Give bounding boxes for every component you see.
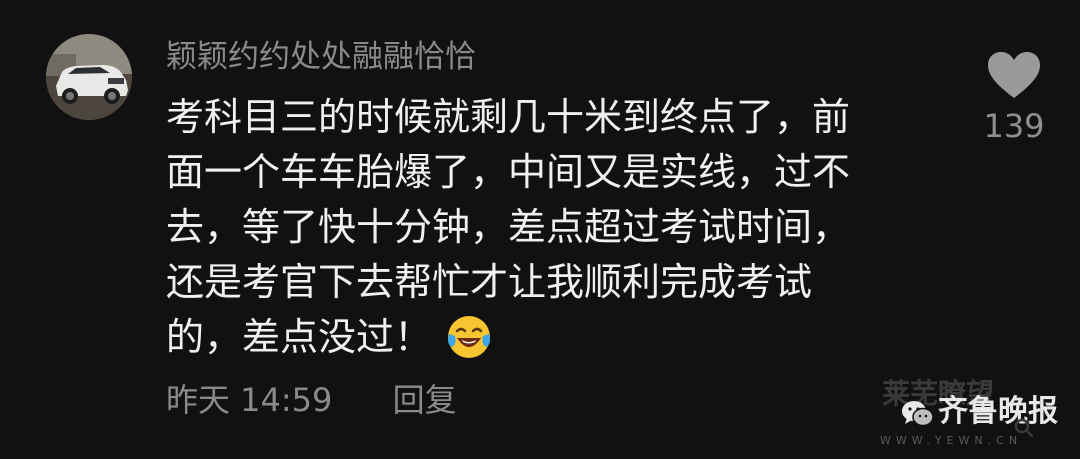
comment-timestamp: 昨天 14:59 <box>166 381 333 419</box>
watermark: 莱芜瞭望 齐鲁晚报 WWW.YEWN.CN <box>878 378 1078 456</box>
comment-meta: 昨天 14:59 回复 <box>166 378 457 422</box>
heart-icon[interactable] <box>986 50 1042 100</box>
comment-text-line: 去，等了快十分钟，差点超过考试时间， <box>166 205 851 249</box>
like-button[interactable]: 139 <box>972 50 1056 146</box>
comment-item: 颖颖约约处处融融恰恰 考科目三的时候就剩几十米到终点了，前 面一个车车胎爆了，中… <box>0 0 1080 459</box>
car-avatar-icon <box>46 34 132 120</box>
username[interactable]: 颖颖约约处处融融恰恰 <box>166 36 476 78</box>
laughing-crying-emoji-icon <box>448 316 491 358</box>
user-avatar[interactable] <box>46 34 132 120</box>
comment-text-line: 的，差点没过！ <box>166 315 433 359</box>
wechat-icon <box>902 401 934 427</box>
comment-text: 考科目三的时候就剩几十米到终点了，前 面一个车车胎爆了，中间又是实线，过不 去，… <box>166 90 926 365</box>
reply-button[interactable]: 回复 <box>393 378 457 422</box>
watermark-url: WWW.YEWN.CN <box>880 434 1023 447</box>
like-count: 139 <box>983 107 1045 145</box>
comment-text-last-line: 的，差点没过！ <box>166 310 926 365</box>
comment-text-line: 还是考官下去帮忙才让我顺利完成考试 <box>166 260 813 304</box>
watermark-brand: 齐鲁晚报 <box>938 394 1058 429</box>
search-icon <box>1014 418 1034 438</box>
comment-text-line: 考科目三的时候就剩几十米到终点了，前 <box>166 95 851 139</box>
comment-text-line: 面一个车车胎爆了，中间又是实线，过不 <box>166 150 851 194</box>
